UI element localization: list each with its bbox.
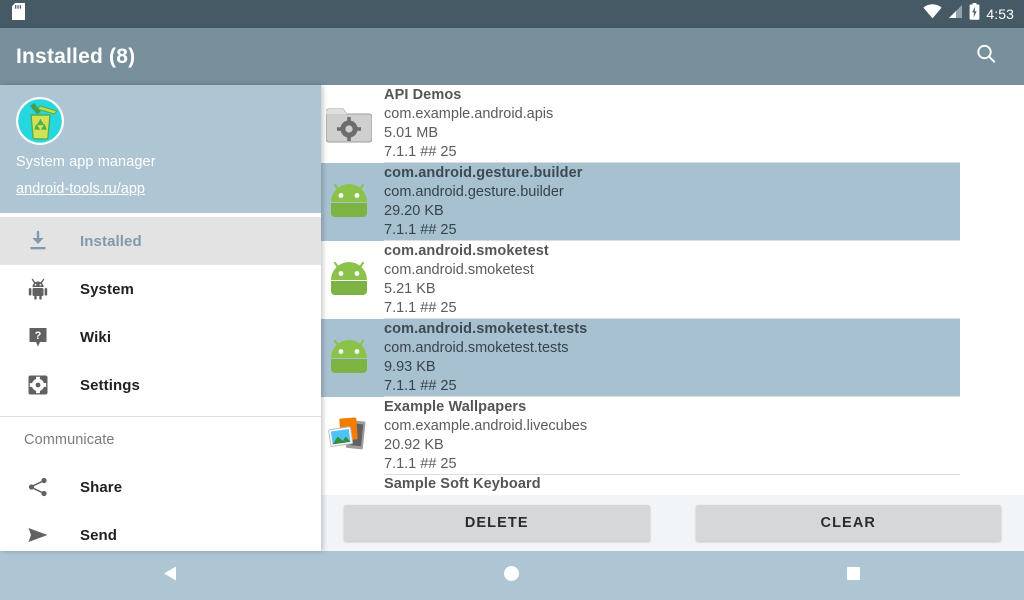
drawer-section-header: Communicate xyxy=(24,432,115,448)
app-info: com.android.gesture.builder com.android.… xyxy=(384,164,582,240)
android-robot-icon xyxy=(321,330,377,386)
table-row[interactable]: API Demos com.example.android.apis 5.01 … xyxy=(321,85,960,163)
app-name: Example Wallpapers xyxy=(384,399,527,415)
android-robot-icon xyxy=(321,174,377,230)
send-paper-plane-icon xyxy=(24,521,52,549)
app-name: Sample Soft Keyboard xyxy=(384,476,541,492)
drawer-header: System app manager android-tools.ru/app xyxy=(0,85,321,213)
app-size: 5.21 KB xyxy=(384,281,436,297)
search-icon xyxy=(974,42,998,71)
app-info: com.android.smoketest com.android.smoket… xyxy=(384,242,549,318)
status-bar-clock: 4:53 xyxy=(986,6,1014,22)
share-icon xyxy=(24,473,52,501)
recents-square-icon xyxy=(844,564,863,588)
sd-card-icon xyxy=(12,3,25,25)
app-version: 7.1.1 ## 25 xyxy=(384,378,457,394)
app-package: com.android.smoketest.tests xyxy=(384,340,569,356)
sidebar-item-settings[interactable]: Settings xyxy=(0,361,321,409)
table-row[interactable]: com.android.smoketest com.android.smoket… xyxy=(321,241,960,319)
table-row[interactable]: com.android.smoketest.tests com.android.… xyxy=(321,319,960,397)
app-version: 7.1.1 ## 25 xyxy=(384,456,457,472)
delete-button[interactable]: DELETE xyxy=(344,505,650,541)
status-bar: 4:53 xyxy=(0,0,1024,28)
app-package: com.android.gesture.builder xyxy=(384,184,564,200)
app-info: Example Wallpapers com.example.android.l… xyxy=(384,398,587,474)
status-bar-left-icons xyxy=(12,3,25,25)
svg-text:?: ? xyxy=(35,330,42,342)
app-bar-actions xyxy=(966,37,1006,77)
app-version: 7.1.1 ## 25 xyxy=(384,300,457,316)
table-row[interactable]: Example Wallpapers com.example.android.l… xyxy=(321,397,960,475)
installed-apps-list[interactable]: API Demos com.example.android.apis 5.01 … xyxy=(321,85,1024,495)
wallpaper-photos-icon xyxy=(321,408,377,464)
page-title: Installed (8) xyxy=(16,44,136,68)
table-row[interactable]: Sample Soft Keyboard xyxy=(321,475,960,495)
app-version: 7.1.1 ## 25 xyxy=(384,144,457,160)
wifi-icon xyxy=(923,4,942,24)
navigation-drawer: System app manager android-tools.ru/app … xyxy=(0,85,321,551)
app-name: com.android.gesture.builder xyxy=(384,165,583,181)
android-robot-icon xyxy=(321,252,377,308)
drawer-app-title: System app manager xyxy=(16,154,156,170)
table-row[interactable]: com.android.gesture.builder com.android.… xyxy=(321,163,960,241)
app-package: com.example.android.apis xyxy=(384,106,554,122)
folder-gear-icon xyxy=(321,96,377,152)
clear-button[interactable]: CLEAR xyxy=(695,505,1001,541)
sidebar-item-installed[interactable]: Installed xyxy=(0,217,321,265)
sidebar-item-label: System xyxy=(80,280,134,298)
sidebar-item-label: Send xyxy=(80,526,118,544)
sidebar-item-label: Share xyxy=(80,478,123,496)
sidebar-item-label: Installed xyxy=(80,232,142,250)
app-name: com.android.smoketest.tests xyxy=(384,321,588,337)
app-size: 9.93 KB xyxy=(384,359,436,375)
home-circle-icon xyxy=(502,564,521,588)
drawer-menu: Installed System ? Wiki Settings Communi… xyxy=(0,213,321,559)
android-robot-icon xyxy=(24,275,52,303)
sidebar-item-wiki[interactable]: ? Wiki xyxy=(0,313,321,361)
android-screen: 4:53 Installed (8) API Demos com.example… xyxy=(0,0,1024,600)
app-info: API Demos com.example.android.apis 5.01 … xyxy=(384,86,553,162)
cell-signal-icon xyxy=(948,4,963,24)
app-package: com.example.android.livecubes xyxy=(384,418,588,434)
app-name: com.android.smoketest xyxy=(384,243,549,259)
app-version: 7.1.1 ## 25 xyxy=(384,222,457,238)
app-name: API Demos xyxy=(384,87,462,103)
battery-charging-icon xyxy=(969,3,980,25)
back-triangle-icon xyxy=(161,564,180,588)
search-button[interactable] xyxy=(966,37,1006,77)
recycle-bin-app-icon xyxy=(16,97,64,145)
download-icon xyxy=(24,227,52,255)
gear-icon xyxy=(24,371,52,399)
app-size: 5.01 MB xyxy=(384,125,438,141)
sidebar-item-share[interactable]: Share xyxy=(0,463,321,511)
sidebar-item-label: Wiki xyxy=(80,328,112,346)
help-question-icon: ? xyxy=(24,323,52,351)
action-button-bar: DELETE CLEAR xyxy=(321,495,1024,551)
app-package: com.android.smoketest xyxy=(384,262,534,278)
app-bar: Installed (8) xyxy=(0,28,1024,85)
app-size: 29.20 KB xyxy=(384,203,444,219)
recents-button[interactable] xyxy=(818,551,888,600)
home-button[interactable] xyxy=(477,551,547,600)
drawer-website-link[interactable]: android-tools.ru/app xyxy=(16,181,305,197)
app-size: 20.92 KB xyxy=(384,437,444,453)
sidebar-item-label: Settings xyxy=(80,376,140,394)
sidebar-item-system[interactable]: System xyxy=(0,265,321,313)
app-info: com.android.smoketest.tests com.android.… xyxy=(384,320,587,396)
status-bar-right-icons: 4:53 xyxy=(923,3,1014,25)
sidebar-item-send[interactable]: Send xyxy=(0,511,321,559)
